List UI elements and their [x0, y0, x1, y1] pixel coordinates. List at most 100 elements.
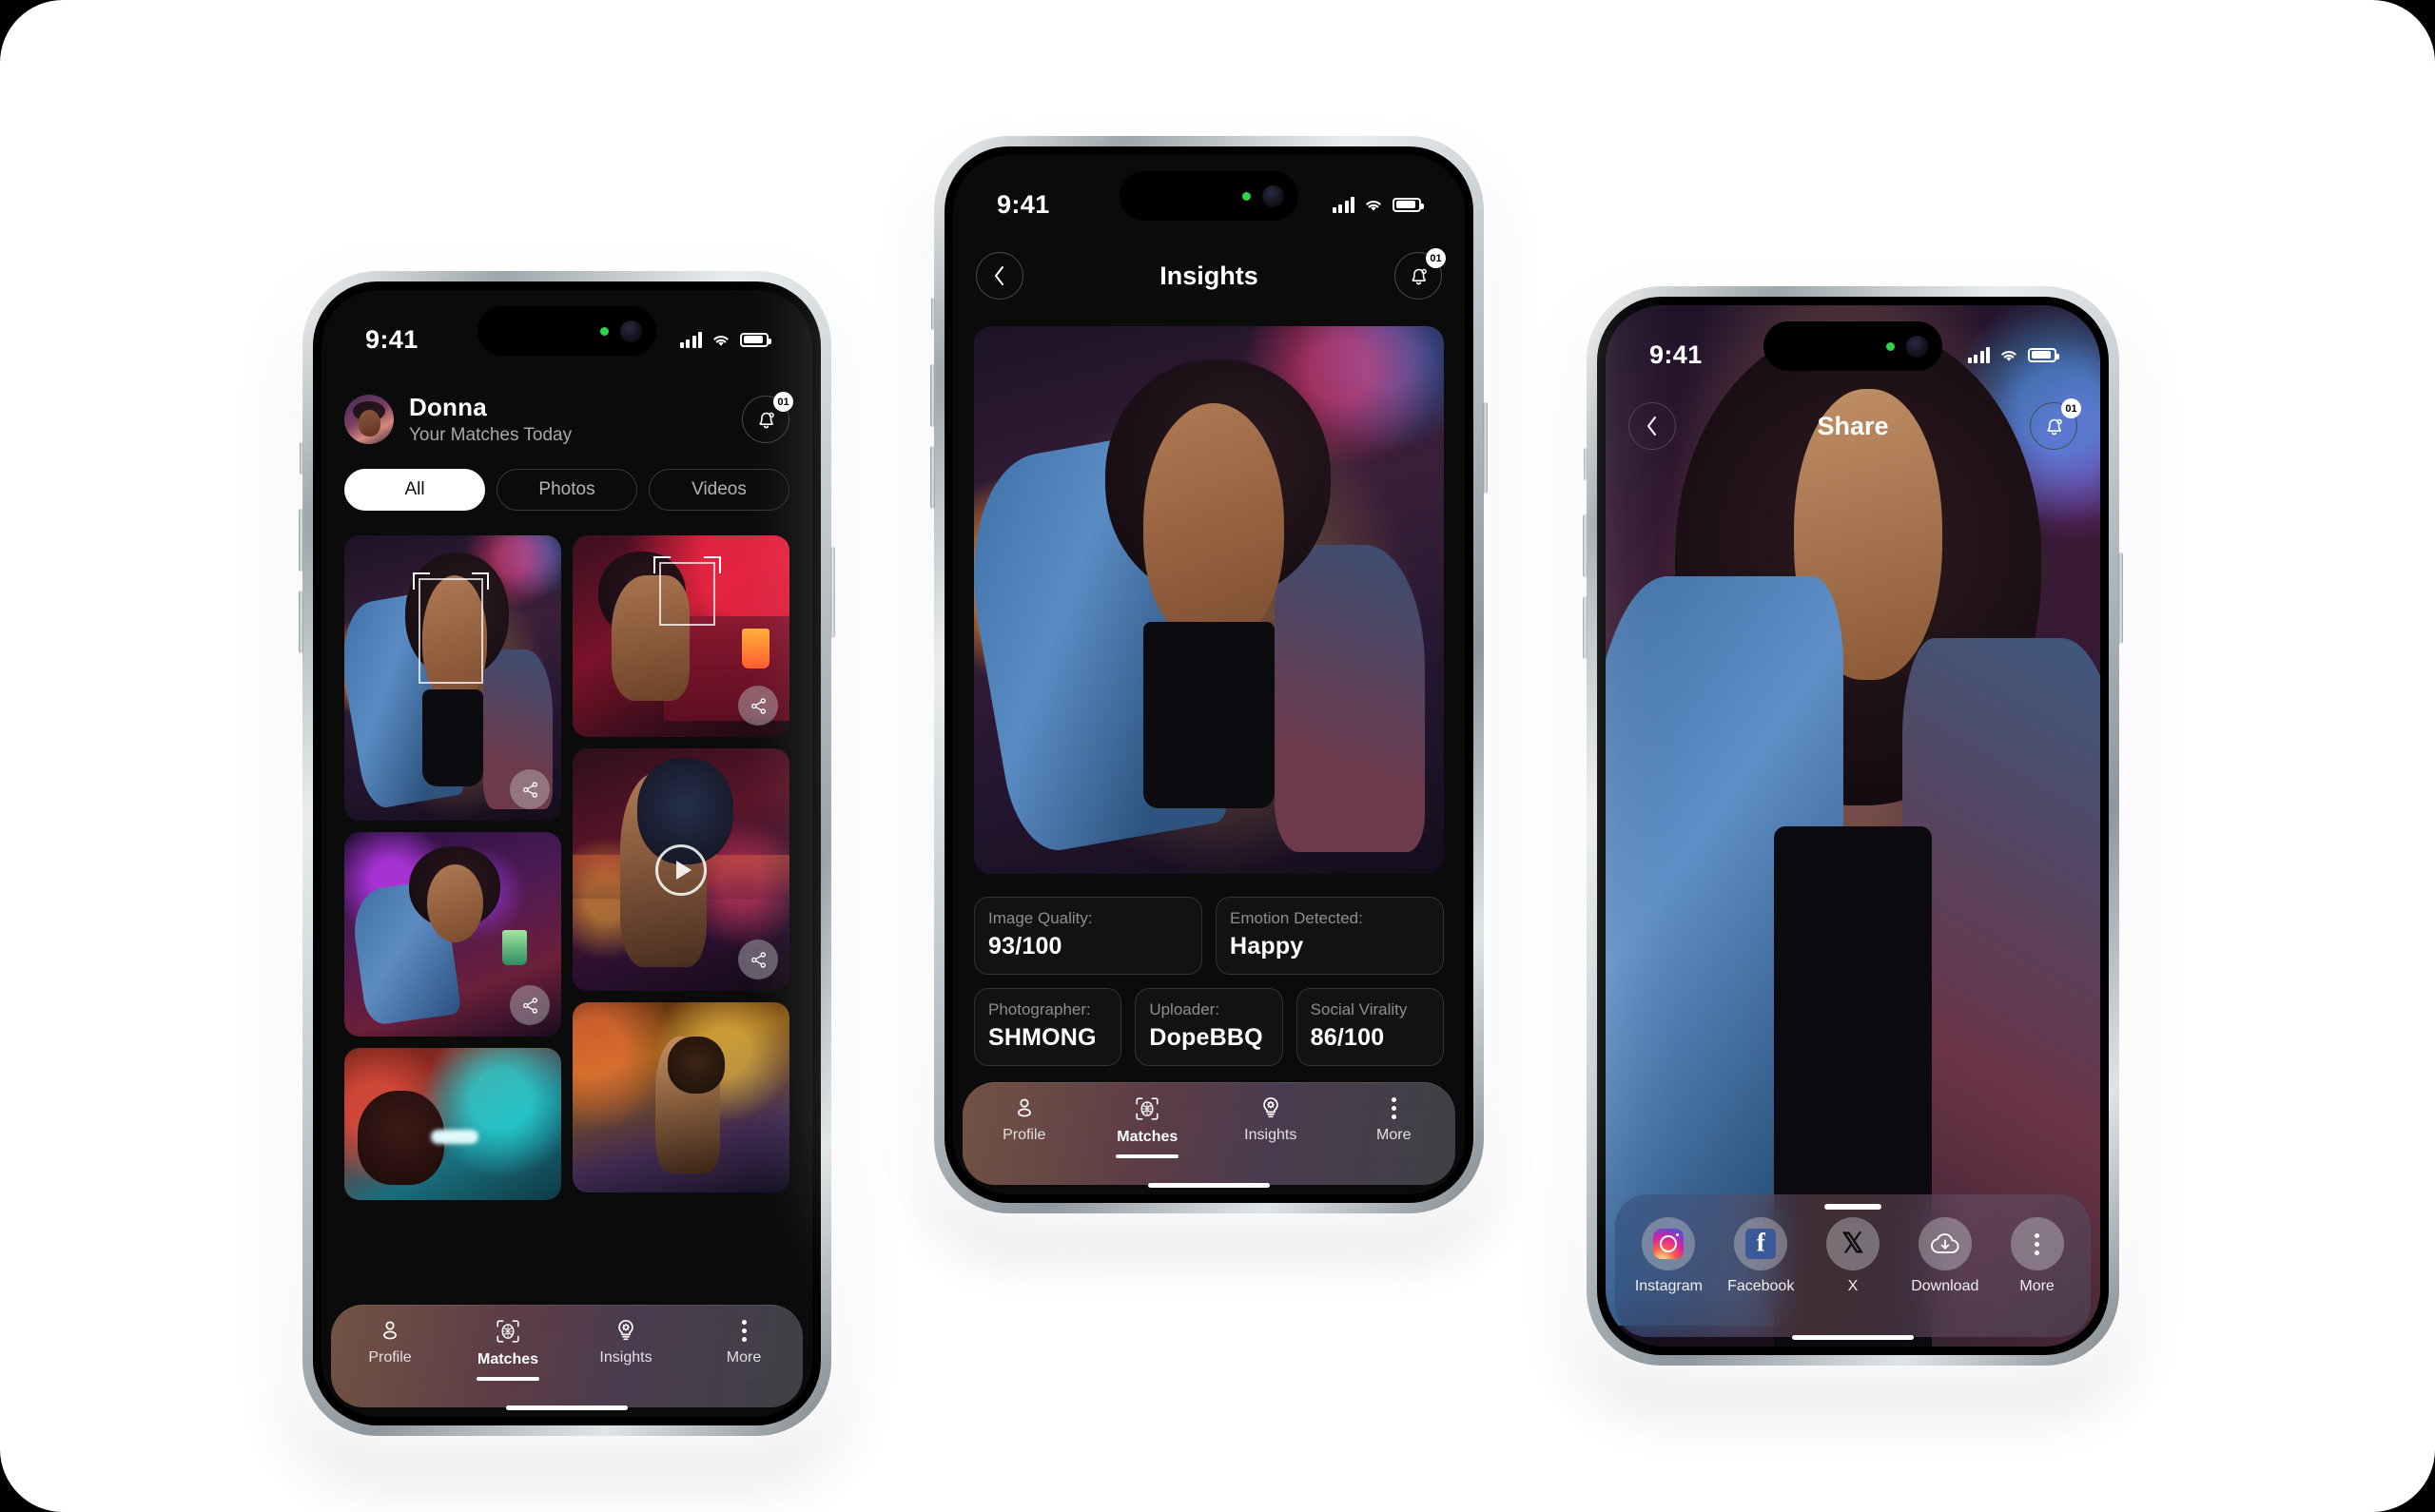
face-scan-icon	[1136, 1097, 1159, 1120]
more-vertical-icon	[1391, 1096, 1396, 1119]
home-indicator	[506, 1405, 628, 1410]
avatar[interactable]	[344, 395, 394, 444]
cloud-download-icon	[1930, 1233, 1959, 1253]
tab-photos[interactable]: Photos	[497, 469, 637, 511]
nav-item-more[interactable]: More	[685, 1318, 803, 1367]
bottom-navigation: Profile Matches Insights More	[963, 1082, 1455, 1185]
phone-mockup-share: 9:41 Share 01 Instagram f Facebook 𝕏 X D…	[1583, 286, 2123, 1366]
insights-header: Insights 01	[953, 248, 1465, 300]
share-button[interactable]	[510, 769, 550, 809]
notifications-button[interactable]: 01	[1394, 248, 1446, 300]
battery-icon	[1393, 197, 1424, 212]
card-label: Uploader:	[1149, 1000, 1220, 1018]
nav-item-insights[interactable]: Insights	[567, 1318, 685, 1367]
share-icon	[522, 997, 537, 1014]
nav-label: More	[1376, 1127, 1412, 1143]
nav-item-profile[interactable]: Profile	[963, 1095, 1086, 1144]
insight-cards: Image Quality: 93/100 Emotion Detected: …	[974, 897, 1444, 1066]
table-row[interactable]	[344, 535, 561, 821]
tab-videos[interactable]: Videos	[649, 469, 789, 511]
share-header: Share 01	[1606, 398, 2100, 450]
x-icon: 𝕏	[1841, 1228, 1864, 1259]
cellular-signal-icon	[1967, 346, 1990, 363]
active-indicator	[477, 1377, 539, 1381]
lightbulb-gear-icon	[1262, 1096, 1278, 1118]
camera-active-dot	[1886, 341, 1895, 351]
facebook-icon	[1745, 1229, 1777, 1259]
share-target-x[interactable]: 𝕏 X	[1807, 1217, 1899, 1295]
back-button[interactable]	[1628, 402, 1676, 450]
nav-item-more[interactable]: More	[1333, 1095, 1456, 1144]
more-vertical-icon	[741, 1319, 747, 1342]
share-button[interactable]	[738, 686, 778, 726]
share-target-label: X	[1847, 1278, 1859, 1294]
poster-canvas: 9:41 Donna Your Matches Today 01 All Pho…	[0, 0, 2435, 1512]
nav-item-matches[interactable]: Matches	[1086, 1095, 1210, 1158]
camera-active-dot	[600, 326, 609, 336]
battery-icon	[740, 332, 771, 347]
share-target-download[interactable]: Download	[1899, 1217, 1991, 1295]
home-indicator	[1148, 1183, 1270, 1188]
card-label: Photographer:	[988, 1000, 1091, 1018]
table-row[interactable]	[573, 748, 789, 991]
bell-icon	[2047, 418, 2062, 435]
card-value: Happy	[1230, 933, 1304, 960]
dynamic-island	[1763, 321, 1942, 371]
notifications-button[interactable]: 01	[742, 392, 793, 443]
table-row[interactable]	[344, 832, 561, 1037]
back-button[interactable]	[976, 252, 1023, 300]
face-detection-overlay	[412, 572, 490, 684]
nav-item-profile[interactable]: Profile	[331, 1318, 449, 1367]
card-label: Image Quality:	[988, 909, 1093, 927]
status-bar: 9:41	[321, 290, 812, 374]
status-time: 9:41	[997, 189, 1050, 219]
notification-badge: 01	[2061, 398, 2081, 418]
media-grid	[344, 535, 789, 1417]
table-row[interactable]	[344, 1048, 561, 1200]
tab-all[interactable]: All	[344, 469, 485, 511]
matches-screen: 9:41 Donna Your Matches Today 01 All Pho…	[321, 290, 812, 1417]
phone-mockup-matches: 9:41 Donna Your Matches Today 01 All Pho…	[299, 271, 835, 1436]
notification-badge: 01	[1426, 248, 1446, 268]
front-camera-icon	[620, 320, 642, 342]
share-target-facebook[interactable]: Facebook	[1715, 1217, 1807, 1295]
share-target-label: Download	[1911, 1278, 1979, 1294]
share-target-more[interactable]: More	[1991, 1217, 2083, 1295]
card-photographer: Photographer: SHMONG	[974, 988, 1122, 1066]
filter-tabs: All Photos Videos	[344, 469, 789, 511]
card-value: 93/100	[988, 933, 1062, 960]
bottom-navigation: Profile Matches Insights More	[331, 1305, 803, 1407]
dynamic-island	[477, 306, 656, 356]
table-row[interactable]	[573, 535, 789, 737]
notifications-button[interactable]: 01	[2030, 398, 2081, 450]
nav-item-matches[interactable]: Matches	[449, 1318, 567, 1381]
card-emotion-detected: Emotion Detected: Happy	[1216, 897, 1444, 975]
notification-badge: 01	[773, 392, 793, 412]
battery-icon	[2028, 347, 2059, 362]
hero-photo[interactable]	[974, 326, 1444, 874]
share-button[interactable]	[510, 985, 550, 1025]
person-icon	[1017, 1098, 1031, 1117]
nav-item-insights[interactable]: Insights	[1209, 1095, 1333, 1144]
play-button[interactable]	[655, 843, 707, 896]
person-icon	[383, 1321, 397, 1340]
face-scan-icon	[497, 1320, 519, 1343]
matches-header: Donna Your Matches Today 01	[321, 392, 812, 446]
bell-icon	[759, 412, 774, 428]
table-row[interactable]	[573, 1002, 789, 1192]
card-image-quality: Image Quality: 93/100	[974, 897, 1202, 975]
status-bar: 9:41	[1606, 305, 2100, 389]
card-value: DopeBBQ	[1149, 1024, 1263, 1051]
chevron-left-icon	[1647, 417, 1656, 436]
lightbulb-gear-icon	[618, 1319, 633, 1341]
share-sheet: Instagram Facebook 𝕏 X	[1615, 1194, 2091, 1337]
phone-mockup-insights: 9:41 Insights 01 Image Quality: 93/100 E…	[930, 136, 1488, 1213]
nav-label: More	[726, 1349, 762, 1366]
camera-active-dot	[1242, 191, 1251, 201]
card-label: Social Virality	[1310, 1000, 1408, 1018]
status-time: 9:41	[1649, 339, 1703, 369]
share-target-instagram[interactable]: Instagram	[1623, 1217, 1715, 1295]
nav-label: Matches	[1117, 1129, 1179, 1145]
bell-icon	[1412, 268, 1427, 284]
share-button[interactable]	[738, 940, 778, 979]
